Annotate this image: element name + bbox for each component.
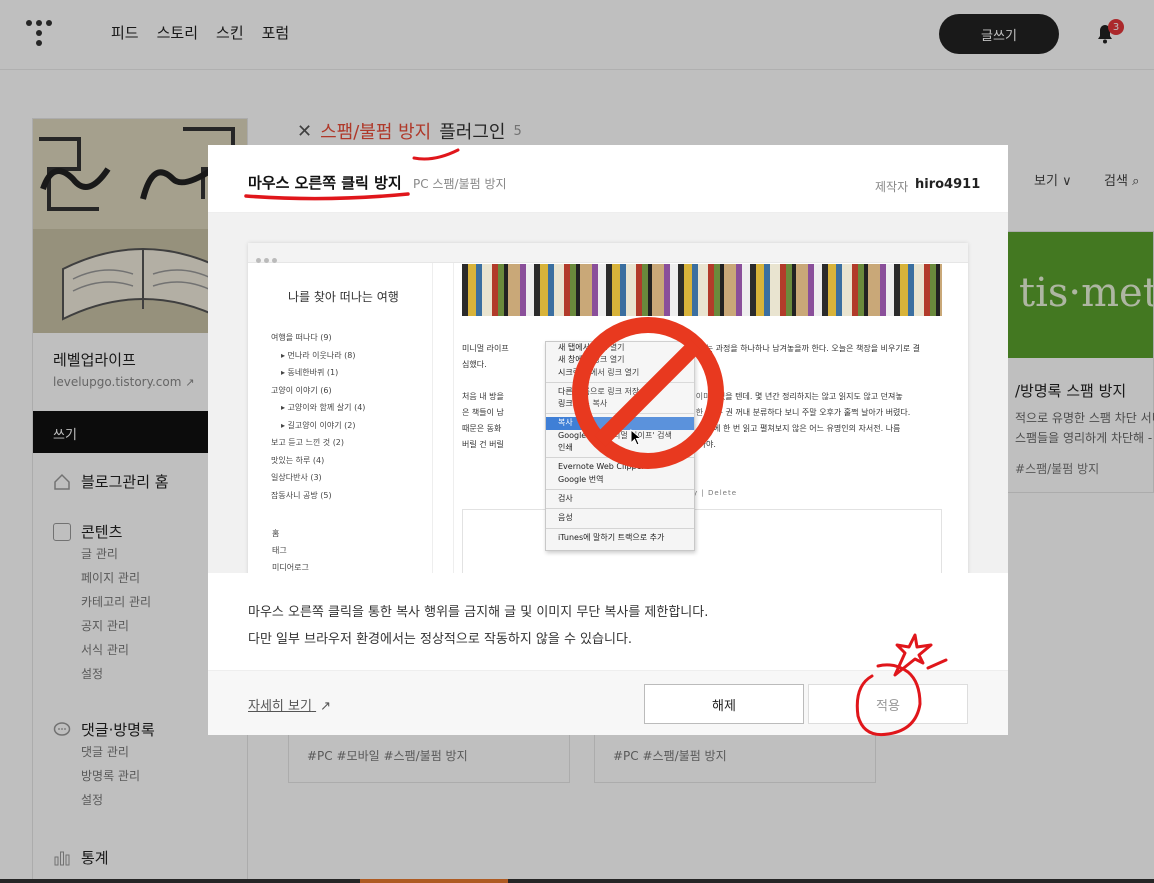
author-label: 제작자: [875, 180, 909, 194]
context-menu-item[interactable]: 검사: [546, 493, 694, 505]
author-name: hiro4911: [915, 177, 981, 192]
preview-comment-box: [462, 509, 942, 573]
plugin-preview: 나를 찾아 떠나는 여행 여행을 떠나다 (9) ▸ 먼나라 이웃나라 (8) ▸ …: [208, 213, 1008, 573]
description-line: 다만 일부 브라우저 환경에서는 정상적으로 작동하지 않을 수 있습니다.: [248, 632, 633, 647]
more-info-link[interactable]: 자세히 보기 ↗: [248, 695, 331, 714]
preview-category-item: ▸ 동네한바퀴 (1): [281, 368, 339, 377]
more-info-label: 자세히 보기: [248, 699, 312, 714]
preview-category-item: 맛있는 하루 (4): [271, 455, 325, 465]
description-line: 마우스 오른쪽 클릭을 통한 복사 행위를 금지해 글 및 이미지 무단 복사를…: [248, 605, 709, 620]
external-link-icon: ↗: [320, 699, 331, 714]
mouse-cursor-icon: [630, 429, 643, 446]
preview-category-item: 일상다반사 (3): [271, 473, 322, 482]
plugin-description: 마우스 오른쪽 클릭을 통한 복사 행위를 금지해 글 및 이미지 무단 복사를…: [248, 599, 708, 653]
preview-link: 태그: [272, 546, 287, 555]
modal-title: 마우스 오른쪽 클릭 방지: [248, 174, 402, 192]
preview-bookshelf-image: [462, 264, 942, 316]
preview-category-item: ▸ 길고양이 이야기 (2): [281, 420, 356, 430]
preview-category-item: 고양이 이야기 (6): [271, 385, 332, 395]
preview-window-bar: [248, 243, 968, 263]
apply-button[interactable]: 적용: [808, 684, 968, 724]
preview-category-item: ▸ 먼나라 이웃나라 (8): [281, 350, 356, 360]
plugin-detail-modal: 마우스 오른쪽 클릭 방지 PC 스팸/불펌 방지 제작자 hiro4911 나…: [208, 145, 1008, 735]
preview-category-item: 잡동사니 공방 (5): [271, 490, 332, 500]
preview-browser-window: 나를 찾아 떠나는 여행 여행을 떠나다 (9) ▸ 먼나라 이웃나라 (8) ▸ …: [248, 243, 968, 573]
preview-category-list: 여행을 떠나다 (9) ▸ 먼나라 이웃나라 (8) ▸ 동네한바퀴 (1) 고양이 …: [271, 329, 365, 504]
context-menu-item[interactable]: 음성: [546, 512, 694, 524]
preview-category-item: 보고 듣고 느낀 것 (2): [271, 438, 345, 447]
context-menu-item[interactable]: Google 번역: [546, 474, 694, 486]
preview-category-item: 여행을 떠나다 (9): [271, 333, 332, 342]
context-menu-item[interactable]: iTunes에 말하기 트랙으로 추가: [546, 532, 694, 544]
modal-category: PC 스팸/불펌 방지: [413, 177, 507, 191]
disable-button[interactable]: 해제: [644, 684, 804, 724]
modal-footer: 자세히 보기 ↗ 해제 적용: [208, 670, 1008, 735]
context-menu-divider: [546, 527, 694, 529]
preview-blog-title: 나를 찾아 떠나는 여행: [288, 290, 399, 304]
context-menu-divider: [546, 488, 694, 490]
preview-link: 미디어로그: [272, 563, 309, 572]
preview-link: 홈: [272, 529, 280, 538]
preview-category-item: ▸ 고양이와 함께 살기 (4): [281, 403, 366, 412]
modal-header: 마우스 오른쪽 클릭 방지 PC 스팸/불펌 방지 제작자 hiro4911: [208, 145, 1008, 213]
preview-footer-links: 홈 태그 미디어로그: [272, 525, 309, 573]
prohibited-icon: [572, 317, 724, 469]
preview-blog-sidebar: 나를 찾아 떠나는 여행 여행을 떠나다 (9) ▸ 먼나라 이웃나라 (8) ▸ …: [248, 263, 433, 573]
context-menu-divider: [546, 508, 694, 510]
